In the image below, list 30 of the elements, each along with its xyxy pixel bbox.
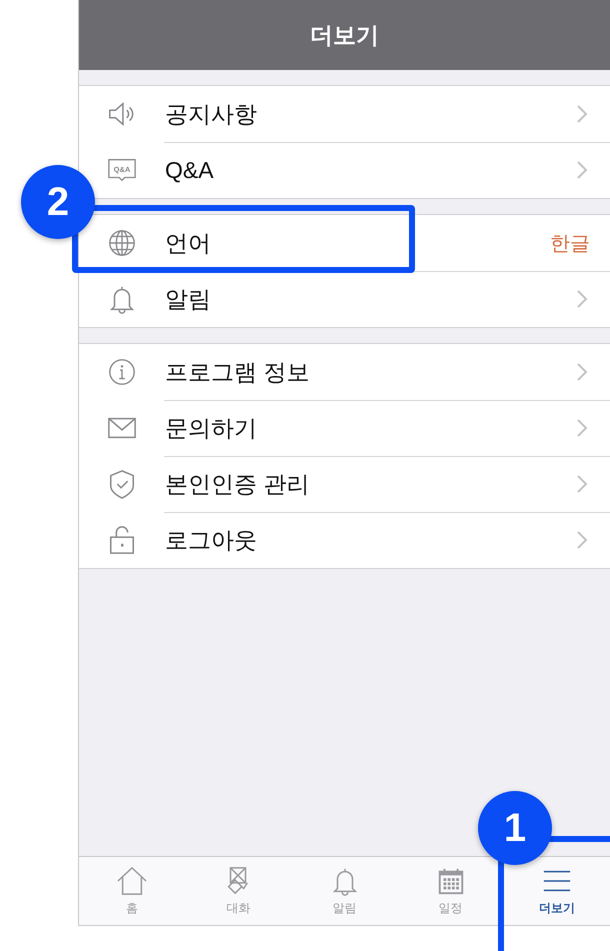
menu-item-label: 알림 <box>165 284 212 314</box>
info-icon <box>107 357 137 387</box>
menu-item-label: 문의하기 <box>165 414 258 442</box>
chevron-icon <box>576 418 588 438</box>
chevron-icon <box>576 289 588 309</box>
chevron-icon <box>576 160 588 180</box>
menu-item[interactable]: 본인인증 관리 <box>79 456 610 512</box>
menu-item-label: Q&A <box>165 156 215 184</box>
menu-item[interactable]: 프로그램 정보 <box>79 344 610 400</box>
menu-item[interactable]: 로그아웃 <box>79 512 610 568</box>
shield-icon <box>107 469 137 499</box>
chevron-icon <box>576 362 588 382</box>
lock-icon <box>107 525 137 555</box>
home-icon <box>116 866 148 896</box>
current-value: 한글 <box>550 232 590 256</box>
header-title: 더보기 <box>79 0 610 70</box>
chevron-icon <box>576 474 588 494</box>
menu-item-label: 프로그램 정보 <box>165 358 310 386</box>
step-number-overlay: 2 <box>21 165 95 239</box>
chevron-icon <box>576 104 588 124</box>
menu-item[interactable]: 알림 <box>79 271 610 327</box>
globe-icon <box>107 228 137 258</box>
menu-item[interactable]: 문의하기 <box>79 400 610 456</box>
menu-item-label: 언어 <box>165 228 212 258</box>
chevron-icon <box>576 530 588 550</box>
menu-item-label: 공지사항 <box>165 100 258 128</box>
menu-item[interactable]: 공지사항 <box>79 86 610 142</box>
menu-item-label: 본인인증 관리 <box>165 470 310 498</box>
menu-item-label: 로그아웃 <box>165 526 258 554</box>
bell-icon <box>107 284 137 314</box>
